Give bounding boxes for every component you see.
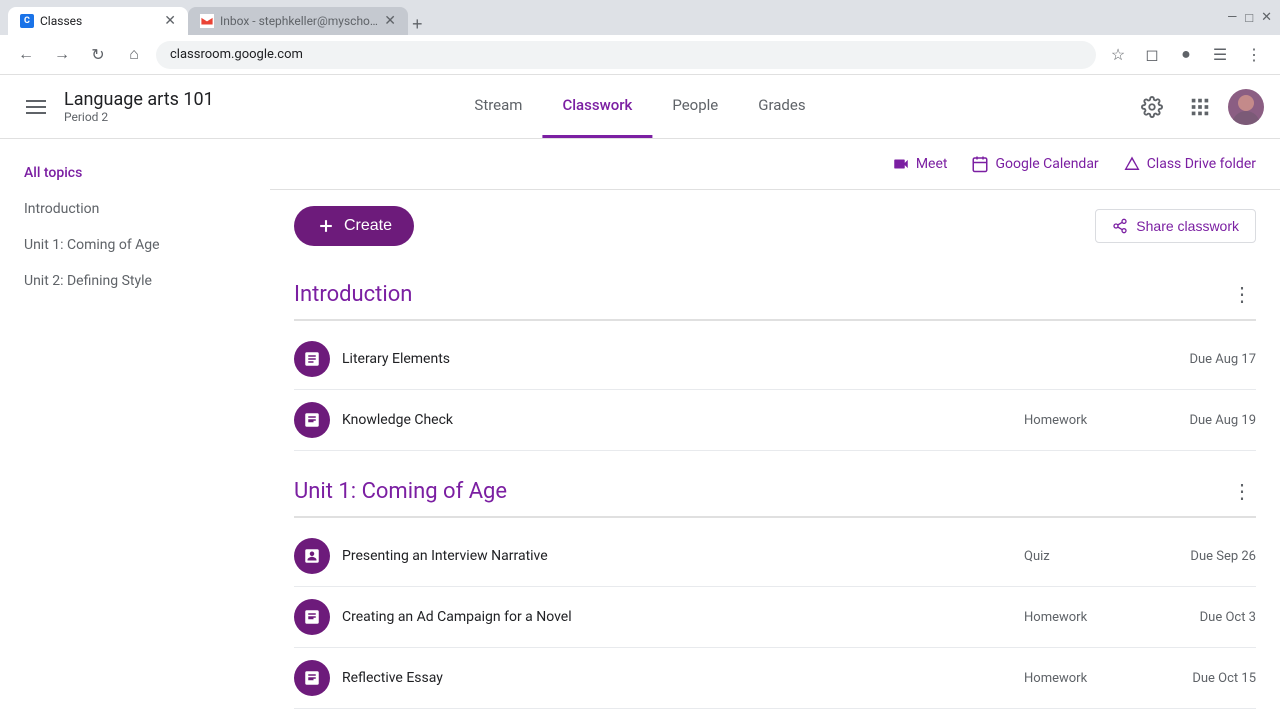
drive-link[interactable]: Class Drive folder [1123,155,1256,173]
address-text: classroom.google.com [170,47,303,62]
literary-elements-icon [294,341,330,377]
sidebar-item-unit1[interactable]: Unit 1: Coming of Age [0,227,270,263]
sidebar-item-introduction[interactable]: Introduction [0,191,270,227]
interview-narrative-due: Due Sep 26 [1156,549,1256,564]
top-nav-right [1132,87,1264,127]
tab-stream[interactable]: Stream [454,75,542,138]
reflective-essay-due: Due Oct 15 [1156,671,1256,686]
drive-label: Class Drive folder [1147,156,1256,172]
create-label: Create [344,217,392,235]
interview-narrative-icon [294,538,330,574]
tab-people[interactable]: People [652,75,738,138]
extension-puzzle-button[interactable]: ◻ [1138,41,1166,69]
assignment-literary-elements[interactable]: Literary Elements Due Aug 17 [294,329,1256,390]
content-toolbar: Meet Google Calendar Class Drive folder [270,139,1280,190]
browser-toolbar: ← → ↻ ⌂ classroom.google.com ☆ ◻ ● ☰ ⋮ [0,35,1280,75]
hamburger-menu-button[interactable] [16,87,56,127]
browser-chrome: C Classes ✕ Inbox - stephkeller@myschool… [0,0,1280,35]
calendar-link[interactable]: Google Calendar [971,155,1098,173]
more-options-button[interactable]: ⋮ [1240,41,1268,69]
assignment-reflective-essay[interactable]: Reflective Essay Homework Due Oct 15 [294,648,1256,709]
main-content: Meet Google Calendar Class Drive folder [270,139,1280,720]
tab-classes-close[interactable]: ✕ [164,13,176,29]
tab-classwork[interactable]: Classwork [542,75,652,138]
tab-gmail-label: Inbox - stephkeller@myschool.edu [220,14,378,28]
settings-button[interactable] [1132,87,1172,127]
topic-unit1-title: Unit 1: Coming of Age [294,479,507,504]
tab-gmail[interactable]: Inbox - stephkeller@myschool.edu ✕ [188,7,408,35]
ad-campaign-icon [294,599,330,635]
top-nav: Language arts 101 Period 2 Stream Classw… [0,75,1280,139]
topic-introduction-header: Introduction ⋮ [294,270,1256,321]
topic-unit1: Unit 1: Coming of Age ⋮ Presenting an In… [294,467,1256,709]
ad-campaign-due: Due Oct 3 [1156,610,1256,625]
topic-introduction-menu[interactable]: ⋮ [1228,278,1256,311]
minimize-icon[interactable]: — [1227,10,1237,25]
tab-gmail-close[interactable]: ✕ [384,13,396,29]
gmail-favicon [200,14,214,28]
topic-unit1-header: Unit 1: Coming of Age ⋮ [294,467,1256,518]
browser-window-controls: — □ ✕ [1227,10,1272,26]
knowledge-check-type: Homework [1024,413,1144,428]
content-area: All topics Introduction Unit 1: Coming o… [0,139,1280,720]
meet-link[interactable]: Meet [892,155,948,173]
topic-introduction: Introduction ⋮ Literary Elements Due Aug… [294,270,1256,451]
interview-narrative-name: Presenting an Interview Narrative [342,548,1012,564]
classwork-area: Create Share classwork Introduction ⋮ [270,190,1280,720]
nav-tabs: Stream Classwork People Grades [454,75,825,138]
ad-campaign-name: Creating an Ad Campaign for a Novel [342,609,1012,625]
apps-button[interactable] [1180,87,1220,127]
create-row: Create Share classwork [294,206,1256,246]
interview-narrative-type: Quiz [1024,549,1144,564]
ad-campaign-type: Homework [1024,610,1144,625]
address-bar[interactable]: classroom.google.com [156,41,1096,69]
topic-introduction-title: Introduction [294,282,412,307]
assignment-interview-narrative[interactable]: Presenting an Interview Narrative Quiz D… [294,526,1256,587]
forward-button[interactable]: → [48,41,76,69]
tab-grades[interactable]: Grades [738,75,825,138]
tab-classes-label: Classes [40,14,82,28]
share-classwork-button[interactable]: Share classwork [1095,209,1256,243]
sidebar: All topics Introduction Unit 1: Coming o… [0,139,270,720]
close-icon[interactable]: ✕ [1261,10,1272,25]
knowledge-check-due: Due Aug 19 [1156,413,1256,428]
user-avatar[interactable] [1228,89,1264,125]
create-button[interactable]: Create [294,206,414,246]
sidebar-item-unit2[interactable]: Unit 2: Defining Style [0,263,270,299]
reflective-essay-icon [294,660,330,696]
tab-classes[interactable]: C Classes ✕ [8,7,188,35]
back-button[interactable]: ← [12,41,40,69]
literary-elements-name: Literary Elements [342,351,1012,367]
share-label: Share classwork [1136,218,1239,234]
app: Language arts 101 Period 2 Stream Classw… [0,75,1280,720]
assignment-ad-campaign[interactable]: Creating an Ad Campaign for a Novel Home… [294,587,1256,648]
new-tab-button[interactable]: + [412,14,423,35]
knowledge-check-name: Knowledge Check [342,412,1012,428]
assignment-knowledge-check[interactable]: Knowledge Check Homework Due Aug 19 [294,390,1256,451]
browser-tabs: C Classes ✕ Inbox - stephkeller@myschool… [8,0,1223,35]
class-title: Language arts 101 [64,89,214,110]
browser-toolbar-actions: ☆ ◻ ● ☰ ⋮ [1104,41,1268,69]
reflective-essay-name: Reflective Essay [342,670,1012,686]
restore-icon[interactable]: □ [1245,10,1253,26]
knowledge-check-icon [294,402,330,438]
classes-favicon: C [20,14,34,28]
reflective-essay-type: Homework [1024,671,1144,686]
sidebar-toggle-button[interactable]: ☰ [1206,41,1234,69]
sidebar-item-all-topics[interactable]: All topics [0,155,270,191]
bookmark-star-button[interactable]: ☆ [1104,41,1132,69]
class-subtitle: Period 2 [64,110,214,124]
profile-button[interactable]: ● [1172,41,1200,69]
meet-label: Meet [916,156,948,172]
calendar-label: Google Calendar [995,156,1098,172]
topic-unit1-menu[interactable]: ⋮ [1228,475,1256,508]
literary-elements-due: Due Aug 17 [1156,352,1256,367]
app-title: Language arts 101 Period 2 [64,89,214,124]
reload-button[interactable]: ↻ [84,41,112,69]
home-button[interactable]: ⌂ [120,41,148,69]
